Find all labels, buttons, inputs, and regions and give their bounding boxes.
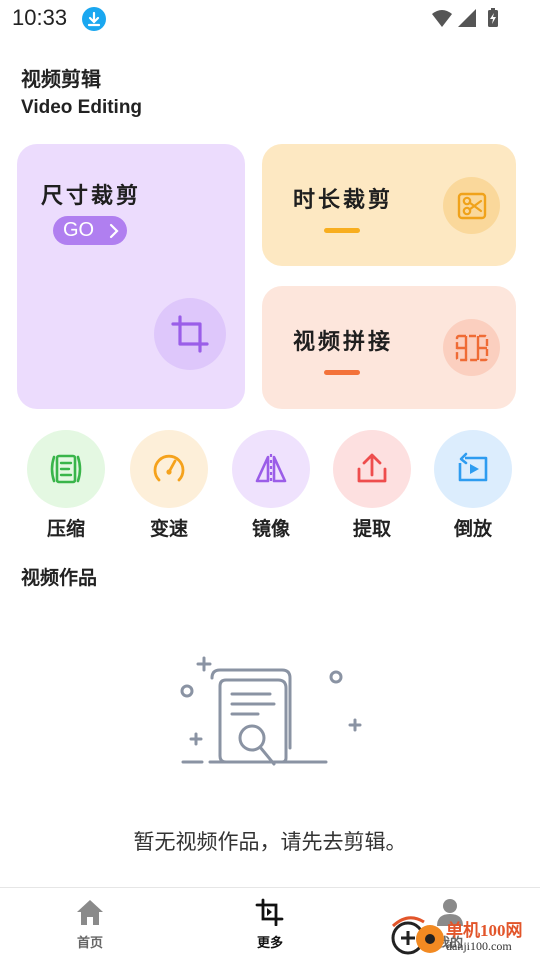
crop-tab-icon [255,898,284,927]
tool-speed[interactable]: 变速 [129,430,209,541]
page-title: 视频剪辑 [21,67,101,91]
speedometer-icon [130,430,208,508]
mirror-icon [232,430,310,508]
watermark-url: danji100.com [446,939,512,953]
nav-more-label: 更多 [256,936,283,951]
works-section-title: 视频作品 [21,567,98,589]
duration-accent-bar [324,228,360,233]
wifi-icon [432,10,452,27]
go-label: GO [63,219,95,241]
tool-reverse-label: 倒放 [453,518,492,540]
reverse-play-icon [434,430,512,508]
status-icons [430,8,500,34]
watermark-logo-icon [391,916,444,955]
status-bar: 10:33 [0,0,540,38]
go-button[interactable]: GO [53,216,127,245]
empty-state-text: 暂无视频作品，请先去剪辑。 [133,830,407,854]
size-crop-card[interactable]: 尺寸裁剪 GO [17,144,245,409]
size-crop-title: 尺寸裁剪 [41,184,142,209]
compress-icon [27,430,105,508]
tool-mirror[interactable]: 镜像 [231,430,311,541]
video-join-card[interactable]: 视频拼接 [262,286,516,409]
site-watermark: 单机100网 danji100.com [390,914,540,960]
empty-documents-illustration [170,648,370,782]
nav-more[interactable]: 更多 [225,898,315,951]
nav-home[interactable]: 首页 [45,898,135,951]
home-icon [77,900,103,925]
chevron-right-icon [109,223,119,239]
download-icon [82,7,106,31]
tool-compress[interactable]: 压缩 [26,430,106,541]
page-subtitle: Video Editing [21,97,143,118]
extract-upload-icon [333,430,411,508]
tool-compress-label: 压缩 [46,518,85,540]
tool-extract[interactable]: 提取 [332,430,412,541]
tool-mirror-label: 镜像 [251,518,290,540]
video-join-title: 视频拼接 [293,330,394,355]
tool-reverse[interactable]: 倒放 [433,430,513,541]
nav-home-label: 首页 [76,936,103,951]
status-time: 10:33 [12,5,68,30]
duration-trim-title: 时长裁剪 [293,188,394,213]
crop-icon [154,298,226,370]
duration-trim-card[interactable]: 时长裁剪 [262,144,516,266]
join-accent-bar [324,370,360,375]
film-splice-icon [443,319,500,376]
scissors-icon [443,177,500,234]
tool-extract-label: 提取 [352,518,391,540]
watermark-text: 单机100网 [446,921,523,940]
tool-speed-label: 变速 [149,518,188,540]
signal-icon [458,9,476,27]
